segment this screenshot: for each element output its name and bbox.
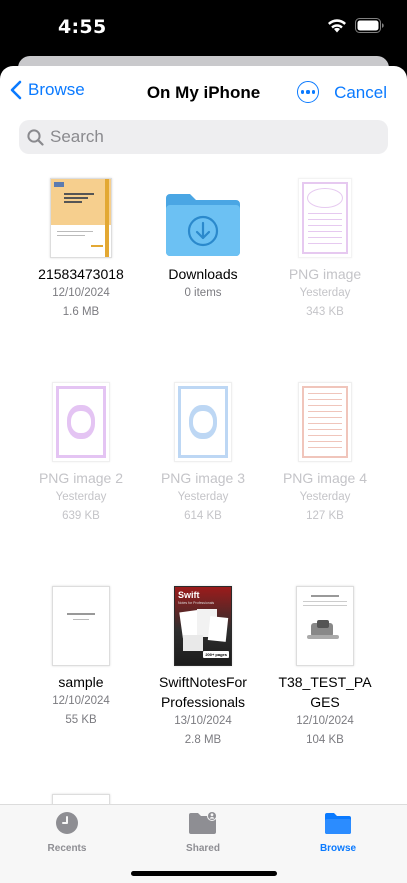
file-item[interactable]: sample 12/10/2024 55 KB bbox=[20, 582, 142, 730]
cover-title: Swift bbox=[178, 590, 200, 600]
file-name: T38_TEST_PA GES bbox=[278, 674, 372, 710]
file-item[interactable]: PNG image 2 Yesterday 639 KB bbox=[20, 378, 142, 526]
file-date: Yesterday bbox=[177, 491, 229, 503]
file-item[interactable]: PNG image Yesterday 343 KB bbox=[264, 174, 386, 322]
cancel-button[interactable]: Cancel bbox=[334, 83, 387, 103]
file-date: Yesterday bbox=[55, 491, 107, 503]
tab-browse[interactable]: Browse bbox=[288, 811, 388, 854]
file-item[interactable]: PNG image 3 Yesterday 614 KB bbox=[142, 378, 264, 526]
search-input[interactable] bbox=[50, 127, 350, 147]
file-size: 55 KB bbox=[65, 714, 97, 726]
navigation-bar: Browse On My iPhone Cancel bbox=[0, 66, 407, 118]
tab-label: Recents bbox=[47, 843, 87, 854]
file-thumbnail bbox=[264, 378, 386, 462]
more-options-button[interactable] bbox=[297, 81, 319, 103]
cover-badge: 200+ pages bbox=[203, 651, 229, 658]
status-icons bbox=[327, 18, 385, 33]
cover-subtitle: Notes for Professionals bbox=[178, 601, 215, 605]
file-size: 614 KB bbox=[184, 510, 222, 522]
ellipsis-dot bbox=[312, 90, 316, 94]
file-thumbnail bbox=[20, 174, 142, 258]
file-name: Downloads bbox=[168, 266, 238, 282]
ellipsis-dot bbox=[306, 90, 310, 94]
folder-item[interactable]: Downloads 0 items bbox=[142, 174, 264, 303]
file-size: 127 KB bbox=[306, 510, 344, 522]
search-icon bbox=[27, 128, 44, 146]
image-thumbnail bbox=[298, 178, 352, 258]
file-name: 21583473018 bbox=[38, 266, 124, 282]
file-name: SwiftNotesFor Professionals bbox=[159, 674, 247, 710]
file-item[interactable]: PNG image 4 Yesterday 127 KB bbox=[264, 378, 386, 526]
home-indicator[interactable] bbox=[131, 871, 277, 876]
file-item-count: 0 items bbox=[184, 287, 222, 299]
tab-label: Shared bbox=[186, 843, 220, 854]
tab-shared[interactable]: Shared bbox=[153, 811, 253, 854]
file-size: 1.6 MB bbox=[62, 306, 100, 318]
file-item[interactable]: T38_TEST_PA GES 12/10/2024 104 KB bbox=[264, 582, 386, 750]
file-size: 104 KB bbox=[306, 734, 344, 746]
file-thumbnail bbox=[20, 378, 142, 462]
image-thumbnail bbox=[52, 382, 110, 462]
file-item[interactable]: Swift Notes for Professionals 200+ pages… bbox=[142, 582, 264, 750]
image-thumbnail bbox=[298, 382, 352, 462]
folder-thumbnail bbox=[142, 174, 264, 258]
shared-folder-icon bbox=[189, 811, 217, 834]
search-bar[interactable] bbox=[19, 120, 388, 154]
image-thumbnail bbox=[174, 382, 232, 462]
file-browser-sheet: Browse On My iPhone Cancel Search 215834… bbox=[0, 66, 407, 883]
file-date: Yesterday bbox=[299, 287, 351, 299]
file-thumbnail bbox=[264, 174, 386, 258]
wifi-icon bbox=[328, 19, 346, 33]
folder-icon bbox=[325, 813, 351, 834]
tab-bar: Recents Shared Browse bbox=[0, 804, 407, 883]
back-button[interactable]: Browse bbox=[10, 80, 85, 100]
clock-icon bbox=[56, 812, 78, 834]
file-size: 343 KB bbox=[306, 306, 344, 318]
file-item[interactable]: 21583473018 12/10/2024 1.6 MB bbox=[20, 174, 142, 322]
document-thumbnail bbox=[50, 178, 112, 258]
file-date: Yesterday bbox=[299, 491, 351, 503]
document-thumbnail bbox=[52, 586, 110, 666]
file-name: PNG image bbox=[288, 266, 362, 282]
downloads-folder-icon bbox=[166, 194, 240, 256]
file-date: 12/10/2024 bbox=[296, 715, 354, 727]
file-name: PNG image 2 bbox=[38, 470, 124, 486]
document-thumbnail bbox=[296, 586, 354, 666]
chevron-left-icon bbox=[10, 80, 22, 100]
file-name: PNG image 3 bbox=[160, 470, 246, 486]
file-thumbnail bbox=[142, 378, 264, 462]
file-thumbnail: Swift Notes for Professionals 200+ pages bbox=[142, 582, 264, 666]
ellipsis-dot bbox=[300, 90, 304, 94]
file-date: 13/10/2024 bbox=[174, 715, 232, 727]
status-time: 4:55 bbox=[58, 16, 107, 38]
tab-label: Browse bbox=[319, 843, 357, 854]
file-thumbnail bbox=[264, 582, 386, 666]
file-name: sample bbox=[58, 674, 104, 690]
tab-recents[interactable]: Recents bbox=[17, 811, 117, 854]
status-bar: 4:55 bbox=[0, 0, 407, 56]
file-thumbnail bbox=[20, 582, 142, 666]
file-date: 12/10/2024 bbox=[52, 695, 110, 707]
file-size: 639 KB bbox=[62, 510, 100, 522]
battery-icon bbox=[355, 18, 384, 33]
file-name: PNG image 4 bbox=[282, 470, 368, 486]
book-cover-thumbnail: Swift Notes for Professionals 200+ pages bbox=[174, 586, 232, 666]
file-date: 12/10/2024 bbox=[52, 287, 110, 299]
back-label: Browse bbox=[28, 80, 85, 99]
file-size: 2.8 MB bbox=[184, 734, 222, 746]
